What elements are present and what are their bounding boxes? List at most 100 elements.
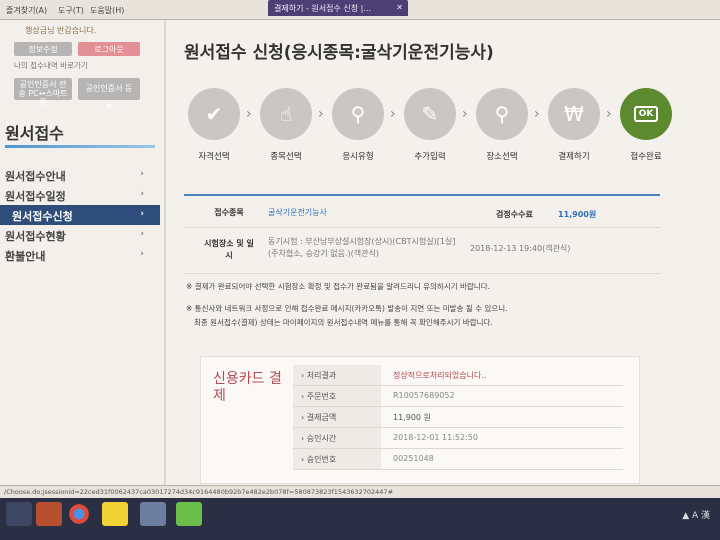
fee-label: 검정수수료 (496, 210, 533, 219)
chrome-icon[interactable] (66, 502, 92, 526)
menu-favorites[interactable]: 즐겨찾기(A) (6, 5, 47, 16)
sidebar-item-label: 원서접수신청 (12, 210, 73, 223)
browser-menubar: 즐겨찾기(A) 도구(T) 도움말(H) 결제하기 - 원서접수 신청 |...… (0, 0, 720, 20)
progress-steps: ✔ 자격선택 › ☝ 종목선택 › ⚲ 응시유형 › ✎ 추가입력 › ⚲ 장소… (184, 88, 684, 188)
app-icon-green[interactable] (176, 502, 202, 526)
place-value: 동기시험 : 부산남부상설시험장(상시)(CBT시험실)[1실] (268, 237, 456, 246)
step-label: 결제하기 (558, 152, 590, 162)
check-icon: ✔ (188, 88, 240, 140)
exam-item-value: 굴삭기운전기능사 (268, 208, 327, 217)
payment-row: › 결제금액 11,900 원 (293, 407, 623, 428)
payment-row-key: › 처리결과 (293, 365, 381, 385)
step-extra: ✎ 추가입력 (400, 88, 460, 162)
step-qualification: ✔ 자격선택 (184, 88, 244, 162)
popup-window-tab[interactable]: 결제하기 - 원서접수 신청 |... ✕ (268, 0, 408, 16)
chevron-right-icon: › (462, 106, 468, 122)
payment-title: 신용카드 결제 (213, 371, 282, 404)
close-icon[interactable]: ✕ (396, 3, 403, 12)
chevron-right-icon: › (140, 169, 144, 179)
step-type: ⚲ 응시유형 (328, 88, 388, 162)
notice-text: 최종 원서접수(결제) 상태는 마이페이지의 원서접수내역 메뉴를 통해 꼭 확… (194, 318, 493, 327)
step-label: 종목선택 (270, 152, 302, 162)
step-label: 자격선택 (198, 152, 230, 162)
place-label: 시험장소 및 일시 (204, 239, 254, 260)
chevron-right-icon: › (140, 189, 144, 199)
notice-block: ※ 결제가 완료되어야 선택한 시험장소 확정 및 접수가 완료됨을 알려드리니… (186, 280, 666, 338)
ok-icon-text: OK (633, 106, 659, 122)
sidebar: 행상금님 반갑습니다. 정보수정 로그아웃 나의 접수내역 바로가기 공인인증서… (0, 20, 165, 485)
page-title: 원서접수 신청(응시종목:굴삭기운전기능사) (184, 43, 494, 63)
chevron-right-icon: › (390, 106, 396, 122)
sidebar-item-guide[interactable]: 원서접수안내 › (0, 165, 160, 185)
payment-row-value: 2018-12-01 11:52:50 (393, 433, 478, 442)
info-row-item: 접수종목 굴삭기운전기능사 검정수수료 11,900원 (184, 196, 660, 228)
sidebar-title: 원서접수 (5, 124, 64, 143)
windows-start-icon[interactable] (6, 502, 32, 526)
sidebar-item-label: 원서접수안내 (5, 170, 66, 183)
sidebar-item-status[interactable]: 원서접수현황 › (0, 225, 160, 245)
ok-icon: OK (620, 88, 672, 140)
payment-row-key: › 결제금액 (293, 407, 381, 427)
chevron-right-icon: › (246, 106, 252, 122)
logout-button[interactable]: 로그아웃 (78, 42, 140, 56)
payment-row-key: › 승인번호 (293, 449, 381, 469)
step-label: 접수완료 (630, 152, 662, 162)
step-item: ☝ 종목선택 (256, 88, 316, 162)
chevron-right-icon: › (606, 106, 612, 122)
step-place: ⚲ 장소선택 (472, 88, 532, 162)
chevron-right-icon: › (140, 249, 144, 259)
sidebar-nav: 원서접수안내 › 원서접수일정 › 원서접수신청 › 원서접수현황 › 환불안내… (0, 165, 160, 265)
sidebar-item-refund[interactable]: 환불안내 › (0, 245, 160, 265)
app-icon[interactable] (140, 502, 166, 526)
payment-row: › 주문번호 R10057689052 (293, 386, 623, 407)
cert-transfer-button[interactable]: 공인인증서 전송 PC↔스마트폰 (14, 78, 72, 107)
exam-item-label: 접수종목 (214, 208, 244, 217)
sidebar-item-label: 원서접수일정 (5, 190, 66, 203)
greeting-text: 행상금님 반갑습니다. (25, 26, 97, 35)
menu-tools[interactable]: 도구(T) (58, 5, 84, 16)
search-icon: ⚲ (332, 88, 384, 140)
sidebar-item-schedule[interactable]: 원서접수일정 › (0, 185, 160, 205)
place-sub: (주차협소, 승강기 없음.)(객관식) (268, 249, 379, 258)
notice-text: ※ 통신사와 네트워크 사정으로 인해 접수완료 메시지(카카오톡) 발송이 지… (186, 304, 508, 313)
chevron-right-icon: › (140, 229, 144, 239)
step-label: 추가입력 (414, 152, 446, 162)
pointer-icon: ☝ (260, 88, 312, 140)
chevron-right-icon: › (140, 209, 144, 219)
chevron-right-icon: › (534, 106, 540, 122)
location-pin-icon: ⚲ (476, 88, 528, 140)
step-label: 장소선택 (486, 152, 518, 162)
pencil-icon: ✎ (404, 88, 456, 140)
payment-table: › 처리결과 정상적으로처리되었습니다.. › 주문번호 R1005768905… (293, 365, 623, 470)
edit-profile-button[interactable]: 정보수정 (14, 42, 72, 56)
sidebar-item-label: 환불안내 (5, 250, 46, 263)
payment-row-value: 정상적으로처리되었습니다.. (393, 371, 487, 380)
coin-icon: ₩ (548, 88, 600, 140)
payment-row-key: › 주문번호 (293, 386, 381, 406)
info-row-place: 시험장소 및 일시 동기시험 : 부산남부상설시험장(상시)(CBT시험실)[1… (184, 228, 660, 274)
system-tray[interactable]: ▲ A 漢 (682, 508, 710, 521)
notice-text: ※ 결제가 완료되어야 선택한 시험장소 확정 및 접수가 완료됨을 알려드리니… (186, 282, 490, 291)
fee-value: 11,900원 (558, 210, 597, 219)
main-content: 원서접수 신청(응시종목:굴삭기운전기능사) ✔ 자격선택 › ☝ 종목선택 ›… (166, 20, 720, 485)
cert-register-button[interactable]: 공인인증서 등록 (78, 78, 140, 111)
media-player-icon[interactable] (36, 502, 62, 526)
step-label: 응시유형 (342, 152, 374, 162)
payment-result-box: 신용카드 결제 › 처리결과 정상적으로처리되었습니다.. › 주문번호 R10… (200, 356, 640, 484)
taskbar: ▲ A 漢 (0, 498, 720, 540)
popup-window-title: 결제하기 - 원서접수 신청 |... (274, 4, 371, 13)
payment-row-value: 00251048 (393, 454, 434, 463)
menu-help[interactable]: 도움말(H) (90, 5, 124, 16)
payment-row-value: 11,900 원 (393, 413, 431, 422)
recent-applications-link[interactable]: 나의 접수내역 바로가기 (14, 60, 88, 71)
browser-statusbar: /Choose.do;jsessionid=22ced31f0062437ca0… (0, 485, 720, 498)
payment-row: › 승인번호 00251048 (293, 449, 623, 470)
kakaotalk-icon[interactable] (102, 502, 128, 526)
step-payment: ₩ 결제하기 (544, 88, 604, 162)
status-url: /Choose.do;jsessionid=22ced31f0062437ca0… (4, 488, 394, 496)
sidebar-title-underline (5, 145, 155, 148)
exam-datetime: 2018-12-13 19:40(객관식) (470, 244, 571, 253)
payment-row: › 처리결과 정상적으로처리되었습니다.. (293, 365, 623, 386)
sidebar-item-apply[interactable]: 원서접수신청 › (0, 205, 160, 225)
chevron-right-icon: › (318, 106, 324, 122)
